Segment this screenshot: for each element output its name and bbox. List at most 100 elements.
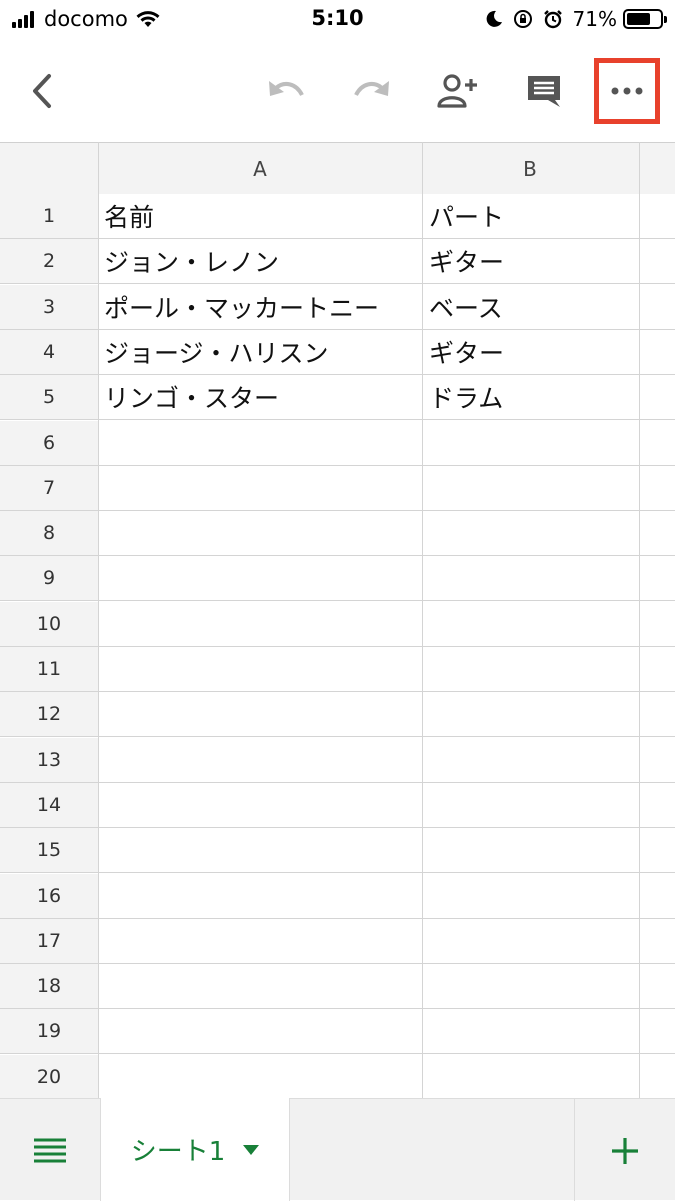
row-header[interactable]: 19 xyxy=(0,1009,98,1054)
table-row: 13 xyxy=(0,737,675,783)
cell-b[interactable] xyxy=(429,874,637,918)
row-header[interactable]: 8 xyxy=(0,511,98,556)
cell-b[interactable] xyxy=(429,738,637,782)
column-header-b[interactable]: B xyxy=(422,143,638,194)
cell-b[interactable] xyxy=(429,1055,637,1098)
table-row: 7 xyxy=(0,465,675,511)
back-icon xyxy=(33,74,51,108)
cell-b[interactable] xyxy=(429,783,637,827)
row-header[interactable]: 13 xyxy=(0,737,98,782)
cell-a[interactable]: ポール・マッカートニー xyxy=(104,285,420,329)
cell-b[interactable]: ドラム xyxy=(429,375,637,419)
cell-b[interactable] xyxy=(429,647,637,691)
row-header[interactable]: 3 xyxy=(0,284,98,329)
comment-icon xyxy=(528,76,560,107)
add-person-button[interactable] xyxy=(428,61,488,121)
cell-b[interactable] xyxy=(429,602,637,646)
select-all-corner[interactable] xyxy=(0,143,98,194)
row-header[interactable]: 17 xyxy=(0,918,98,963)
row-header[interactable]: 1 xyxy=(0,194,98,238)
cell-a[interactable] xyxy=(104,692,420,736)
cell-b[interactable] xyxy=(429,828,637,872)
row-header[interactable]: 18 xyxy=(0,964,98,1009)
column-header-a[interactable]: A xyxy=(99,143,421,194)
back-button[interactable] xyxy=(12,61,72,121)
cell-a[interactable] xyxy=(104,466,420,510)
table-row: 4 ジョージ・ハリスン ギター xyxy=(0,329,675,375)
row-header[interactable]: 15 xyxy=(0,828,98,873)
cell-b[interactable] xyxy=(429,421,637,465)
table-row: 10 xyxy=(0,601,675,647)
add-person-icon xyxy=(437,74,477,108)
table-row: 1 名前 パート xyxy=(0,194,675,239)
row-header[interactable]: 2 xyxy=(0,239,98,284)
sheet-tab-active[interactable]: シート1 xyxy=(100,1098,290,1201)
cell-a[interactable] xyxy=(104,647,420,691)
row-header-divider xyxy=(98,142,99,1098)
cell-b[interactable] xyxy=(429,556,637,600)
table-row: 16 xyxy=(0,873,675,919)
cell-a[interactable]: リンゴ・スター xyxy=(104,375,420,419)
cell-a[interactable] xyxy=(104,602,420,646)
row-header[interactable]: 6 xyxy=(0,420,98,465)
battery-icon xyxy=(623,9,667,29)
cell-b[interactable] xyxy=(429,511,637,555)
table-row: 20 xyxy=(0,1054,675,1098)
cell-b[interactable] xyxy=(429,919,637,963)
table-row: 3 ポール・マッカートニー ベース xyxy=(0,284,675,330)
row-header[interactable]: 20 xyxy=(0,1054,98,1098)
cell-b[interactable]: ギター xyxy=(429,239,637,283)
cell-a[interactable] xyxy=(104,828,420,872)
row-header[interactable]: 14 xyxy=(0,782,98,827)
cell-a[interactable] xyxy=(104,1055,420,1098)
table-row: 8 xyxy=(0,511,675,557)
row-header[interactable]: 5 xyxy=(0,375,98,420)
redo-icon xyxy=(354,81,389,97)
cell-a[interactable] xyxy=(104,964,420,1008)
comment-button[interactable] xyxy=(514,61,574,121)
row-header[interactable]: 16 xyxy=(0,873,98,918)
column-header-row: A B xyxy=(0,142,675,194)
table-row: 2 ジョン・レノン ギター xyxy=(0,239,675,285)
cell-b[interactable]: ギター xyxy=(429,330,637,374)
row-header[interactable]: 12 xyxy=(0,692,98,737)
cell-b[interactable] xyxy=(429,964,637,1008)
table-row: 18 xyxy=(0,964,675,1010)
cell-b[interactable] xyxy=(429,1009,637,1053)
more-icon xyxy=(611,87,643,95)
sheet-tab-label: シート1 xyxy=(130,1137,226,1167)
cell-a[interactable]: 名前 xyxy=(104,194,420,238)
cell-a[interactable] xyxy=(104,919,420,963)
cell-a[interactable] xyxy=(104,874,420,918)
table-row: 17 xyxy=(0,918,675,964)
redo-button[interactable] xyxy=(342,61,402,121)
cell-a[interactable] xyxy=(104,421,420,465)
row-header[interactable]: 11 xyxy=(0,647,98,691)
sheets-list-button[interactable] xyxy=(20,1123,80,1177)
cell-b[interactable]: ベース xyxy=(429,285,637,329)
caret-down-icon[interactable] xyxy=(243,1144,260,1155)
status-right: 71% xyxy=(475,6,667,32)
spreadsheet-grid: A B 1 名前 パート 2 ジョン・レノン ギター 3 ポール・マッカートニー ベース 4 ジョー… xyxy=(0,142,675,1098)
cell-a[interactable]: ジョン・レノン xyxy=(104,239,420,283)
row-header[interactable]: 4 xyxy=(0,329,98,374)
plus-icon xyxy=(612,1138,638,1164)
cell-a[interactable] xyxy=(104,1009,420,1053)
cell-a[interactable] xyxy=(104,556,420,600)
battery-percent: 71% xyxy=(572,7,617,31)
more-button[interactable] xyxy=(597,61,657,121)
cell-b[interactable] xyxy=(429,692,637,736)
cell-b[interactable]: パート xyxy=(429,194,637,238)
undo-button[interactable] xyxy=(256,61,316,121)
row-header[interactable]: 9 xyxy=(0,556,98,601)
cell-a[interactable] xyxy=(104,783,420,827)
list-menu-icon xyxy=(34,1138,66,1163)
cell-a[interactable] xyxy=(104,738,420,782)
row-header[interactable]: 10 xyxy=(0,601,98,646)
add-sheet-button[interactable] xyxy=(595,1121,655,1181)
cell-a[interactable] xyxy=(104,511,420,555)
row-header[interactable]: 7 xyxy=(0,465,98,510)
cell-b[interactable] xyxy=(429,466,637,510)
cell-a[interactable]: ジョージ・ハリスン xyxy=(104,330,420,374)
moon-icon xyxy=(485,10,503,28)
